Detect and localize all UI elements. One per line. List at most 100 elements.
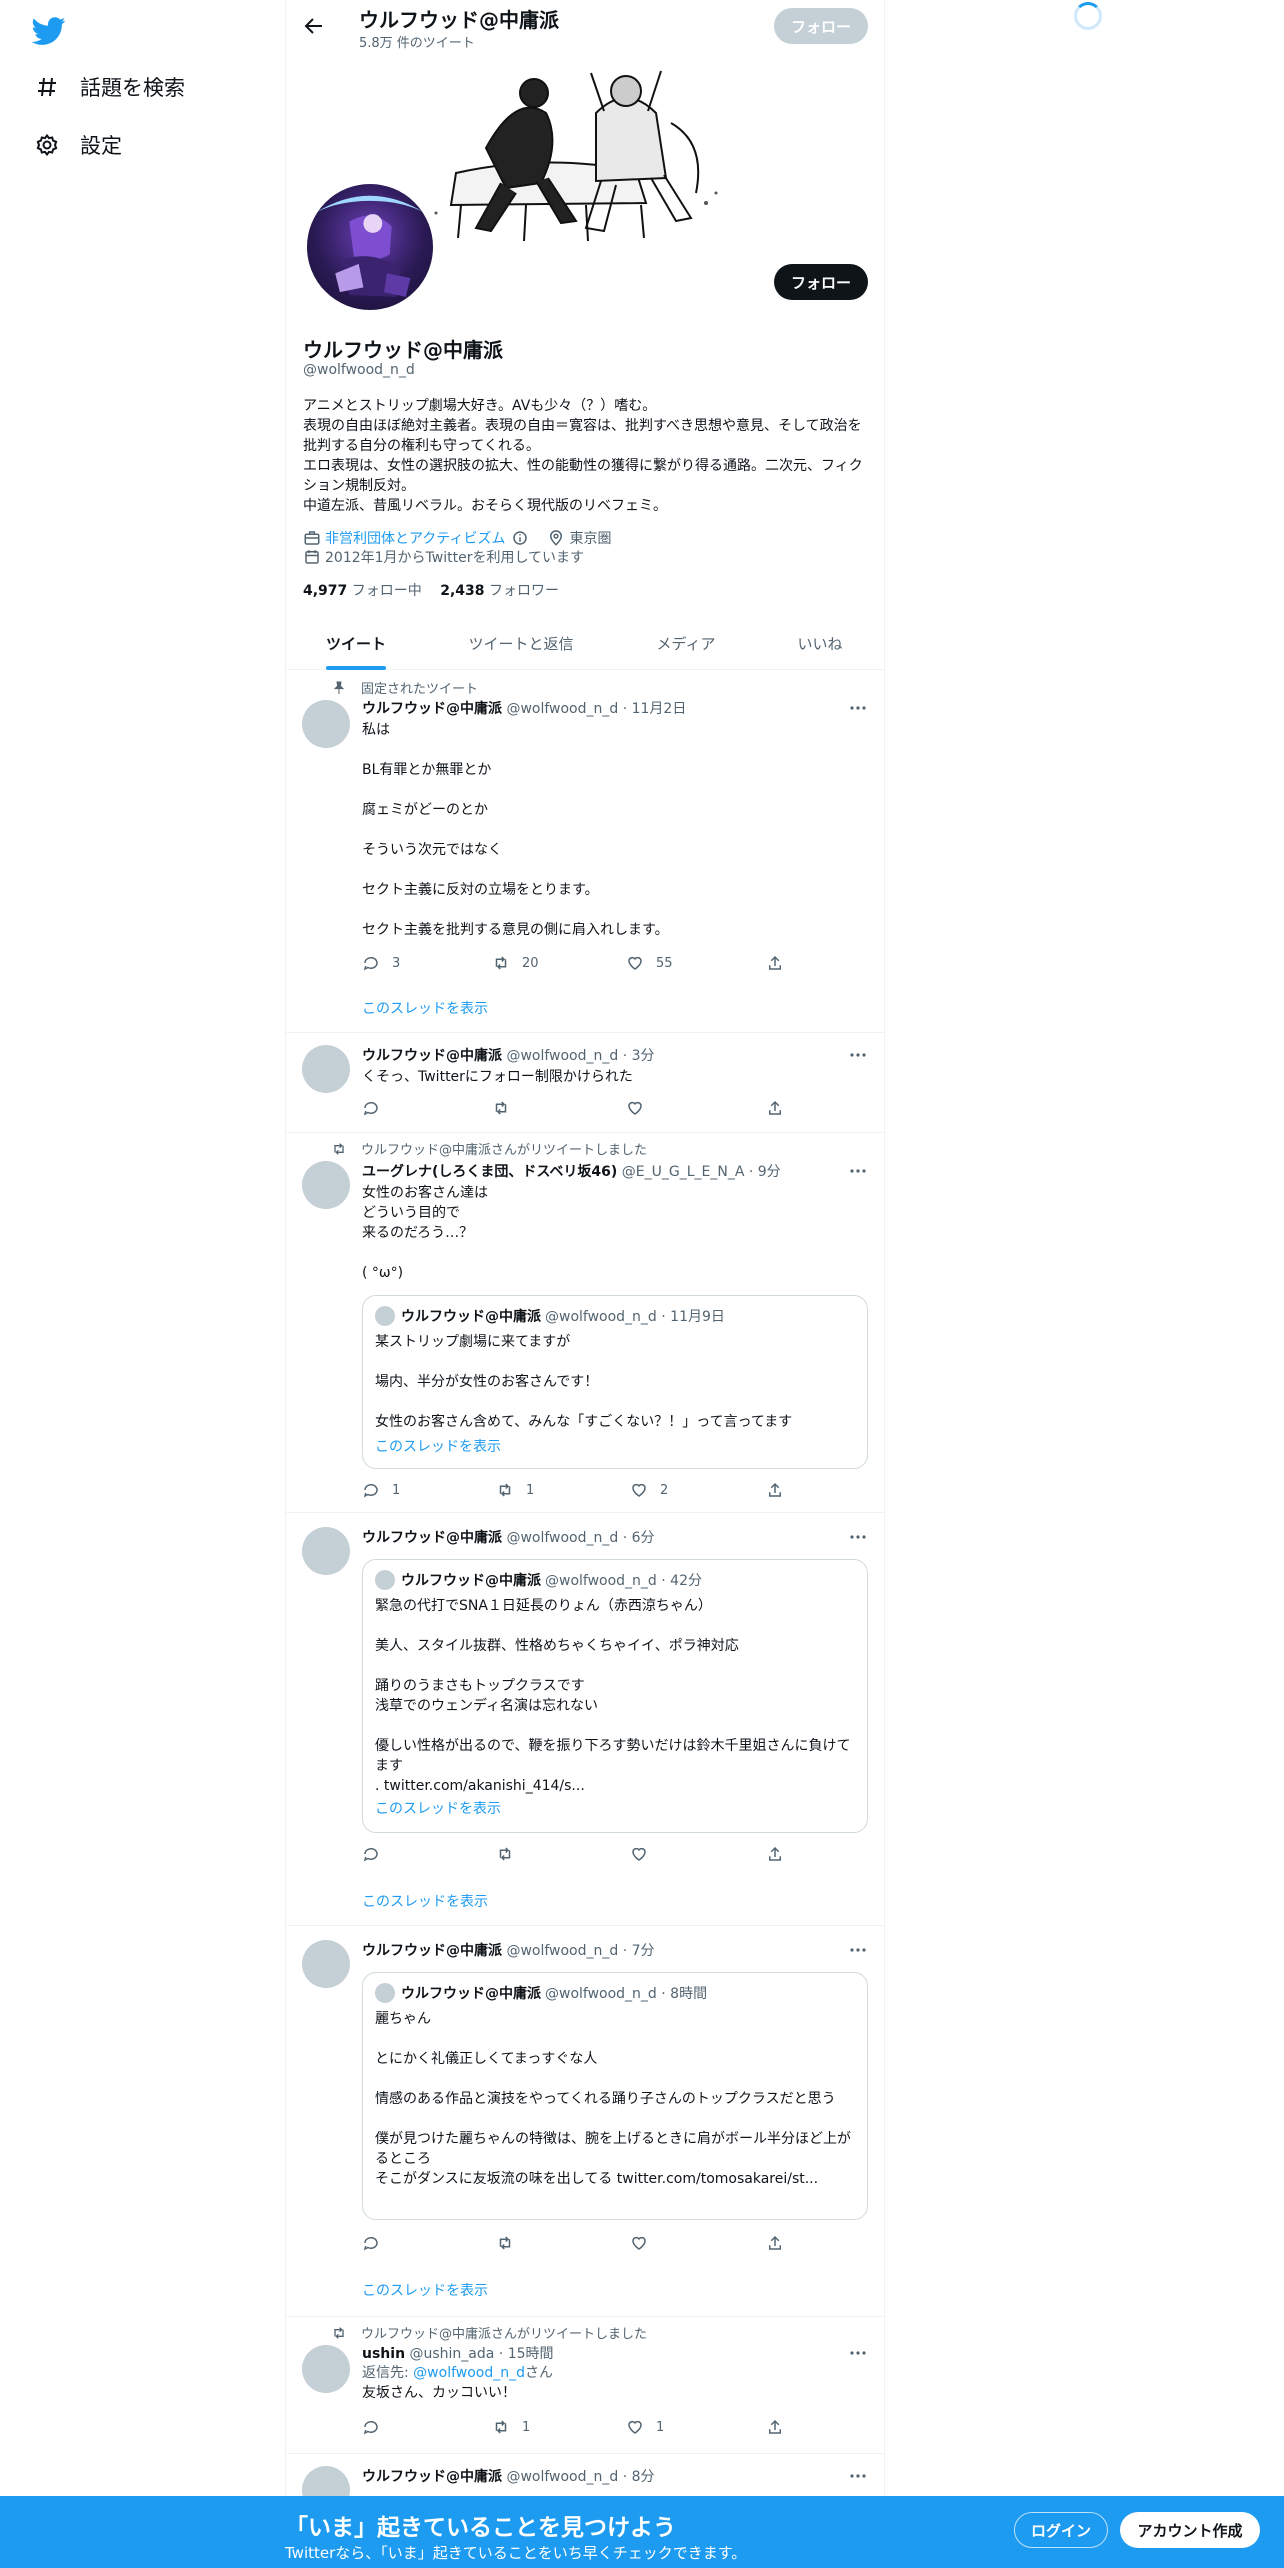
author-meta[interactable]: @ushin_ada · 15時間 [410,2346,554,2362]
tab-media[interactable]: メディア [616,617,756,670]
like-button[interactable]: 2 [630,1481,668,1499]
retweet-button[interactable]: 1 [496,1481,534,1499]
followers-link[interactable]: 2,438 フォロワー [440,583,559,599]
info-icon[interactable] [511,529,529,547]
author-name[interactable]: ウルフウッド@中庸派 [362,1943,502,1959]
author-name[interactable]: ウルフウッド@中庸派 [362,1530,502,1546]
author-name[interactable]: ウルフウッド@中庸派 [362,2469,502,2485]
profile-category[interactable]: 非営利団体とアクティビズム [325,528,505,548]
more-icon[interactable] [848,1045,868,1065]
like-button[interactable] [630,2234,660,2252]
author-meta[interactable]: @wolfwood_n_d · 11月2日 [506,701,686,717]
more-icon[interactable] [848,698,868,718]
heart-icon [632,1847,646,1861]
show-thread-link[interactable]: このスレッドを表示 [362,998,488,1018]
avatar[interactable] [302,700,350,748]
retweet-button[interactable] [496,1845,526,1863]
back-arrow-icon[interactable] [302,14,326,38]
signup-banner-title: 「いま」起きていることを見つけよう [285,2515,676,2541]
tweet-item[interactable]: ウルフウッド@中庸派 @wolfwood_n_d · 3分 くそっ、Twitte… [286,1033,884,1133]
tweet-text: 友坂さん、カッコいい！ [362,2385,516,2401]
share-button[interactable] [766,2234,796,2252]
avatar[interactable] [302,2345,350,2393]
twitter-logo-icon[interactable] [31,14,66,48]
nav-settings[interactable]: 設定 [34,125,122,165]
tab-tweets-and-replies[interactable]: ツイートと返信 [426,617,616,670]
like-button[interactable] [626,1099,656,1117]
avatar[interactable] [302,1045,350,1093]
tweet-actions: 1 1 [362,2418,792,2438]
share-button[interactable] [766,2418,796,2436]
tweet-item[interactable]: ウルフウッド@中庸派 @wolfwood_n_d · 7分 ウルフウッド@中庸派… [286,1926,884,2317]
retweet-icon [499,2236,511,2250]
more-icon[interactable] [848,2466,868,2486]
tweet-header: ウルフウッド@中庸派 @wolfwood_n_d · 7分 [362,1940,868,1960]
tweet-item[interactable]: ウルフウッド@中庸派さんがリツイートしました ushin @ushin_ada … [286,2317,884,2454]
reply-icon [363,956,378,971]
author-meta[interactable]: @wolfwood_n_d · 6分 [506,1530,654,1546]
quoted-tweet[interactable]: ウルフウッド@中庸派 @wolfwood_n_d · 42分 緊急の代打でSNA… [362,1559,868,1833]
retweet-button[interactable] [496,2234,526,2252]
more-icon[interactable] [848,1161,868,1181]
show-thread-link[interactable]: このスレッドを表示 [375,1798,501,1818]
share-button[interactable] [766,1845,796,1863]
show-thread-link[interactable]: このスレッドを表示 [362,2280,488,2300]
show-thread-link[interactable]: このスレッドを表示 [362,1891,488,1911]
share-button[interactable] [766,1481,796,1499]
like-button[interactable] [630,1845,660,1863]
share-button[interactable] [766,954,796,972]
reply-to-link[interactable]: @wolfwood_n_d [413,2365,525,2381]
profile-follow-button[interactable]: フォロー [774,264,868,300]
tweet-item[interactable]: ウルフウッド@中庸派 @wolfwood_n_d · 6分 ウルフウッド@中庸派… [286,1513,884,1926]
profile-name: ウルフウッド@中庸派 [303,338,503,362]
retweet-button[interactable] [492,1099,522,1117]
tab-tweets[interactable]: ツイート [286,617,426,670]
heart-icon [632,2236,646,2250]
nav-explore[interactable]: 話題を検索 [34,67,185,107]
tweet-actions [362,2234,792,2254]
retweet-button[interactable]: 1 [492,2418,530,2436]
avatar[interactable] [302,1527,350,1575]
tweet-item[interactable]: ウルフウッド@中庸派さんがリツイートしました ユーグレナ(しろくま団、ドスベリ坂… [286,1133,884,1513]
reply-button[interactable] [362,2234,392,2252]
author-name[interactable]: ushin [362,2346,405,2362]
author-name[interactable]: ウルフウッド@中庸派 [362,1048,502,1064]
quoted-tweet[interactable]: ウルフウッド@中庸派 @wolfwood_n_d · 8時間 麗ちゃん とにかく… [362,1972,868,2220]
header-tweet-count: 5.8万 件のツイート [359,36,475,51]
signup-button[interactable]: アカウント作成 [1120,2512,1260,2548]
quoted-tweet[interactable]: ウルフウッド@中庸派 @wolfwood_n_d · 11月9日 某ストリップ劇… [362,1295,868,1469]
like-button[interactable]: 1 [626,2418,664,2436]
reply-icon [363,1847,378,1862]
author-meta[interactable]: @wolfwood_n_d · 7分 [506,1943,654,1959]
avatar[interactable] [302,1161,350,1209]
reply-button[interactable] [362,1845,392,1863]
tab-likes[interactable]: いいね [756,617,884,670]
more-icon[interactable] [848,1527,868,1547]
reply-button[interactable] [362,1099,392,1117]
reply-button[interactable]: 1 [362,1481,400,1499]
left-nav: 話題を検索 設定 [0,0,285,2568]
retweeted-label: ウルフウッド@中庸派さんがリツイートしました [334,2323,647,2342]
more-icon[interactable] [848,1940,868,1960]
author-name[interactable]: ウルフウッド@中庸派 [362,701,502,717]
author-meta[interactable]: @wolfwood_n_d · 8分 [506,2469,654,2485]
author-name[interactable]: ユーグレナ(しろくま団、ドスベリ坂46) [362,1164,617,1180]
author-meta[interactable]: @wolfwood_n_d · 3分 [506,1048,654,1064]
avatar[interactable] [302,1940,350,1988]
retweet-button[interactable]: 20 [492,954,539,972]
show-thread-link[interactable]: このスレッドを表示 [375,1436,501,1456]
share-button[interactable] [766,1099,796,1117]
following-link[interactable]: 4,977 フォロー中 [303,583,422,599]
header-follow-button[interactable]: フォロー [774,8,868,44]
reply-icon [363,2236,378,2251]
author-meta[interactable]: @E_U_G_L_E_N_A · 9分 [622,1164,781,1180]
like-button[interactable]: 55 [626,954,673,972]
reply-button[interactable]: 3 [362,954,400,972]
more-icon[interactable] [848,2343,868,2363]
profile-avatar[interactable] [303,180,437,314]
profile-header-bar: ウルフウッド@中庸派 5.8万 件のツイート フォロー [286,0,884,53]
reply-button[interactable] [362,2418,392,2436]
tweet-item[interactable]: 固定されたツイート ウルフウッド@中庸派 @wolfwood_n_d · 11月… [286,670,884,1033]
quote-header: ウルフウッド@中庸派 @wolfwood_n_d · 11月9日 [375,1306,725,1326]
login-button[interactable]: ログイン [1014,2512,1108,2548]
